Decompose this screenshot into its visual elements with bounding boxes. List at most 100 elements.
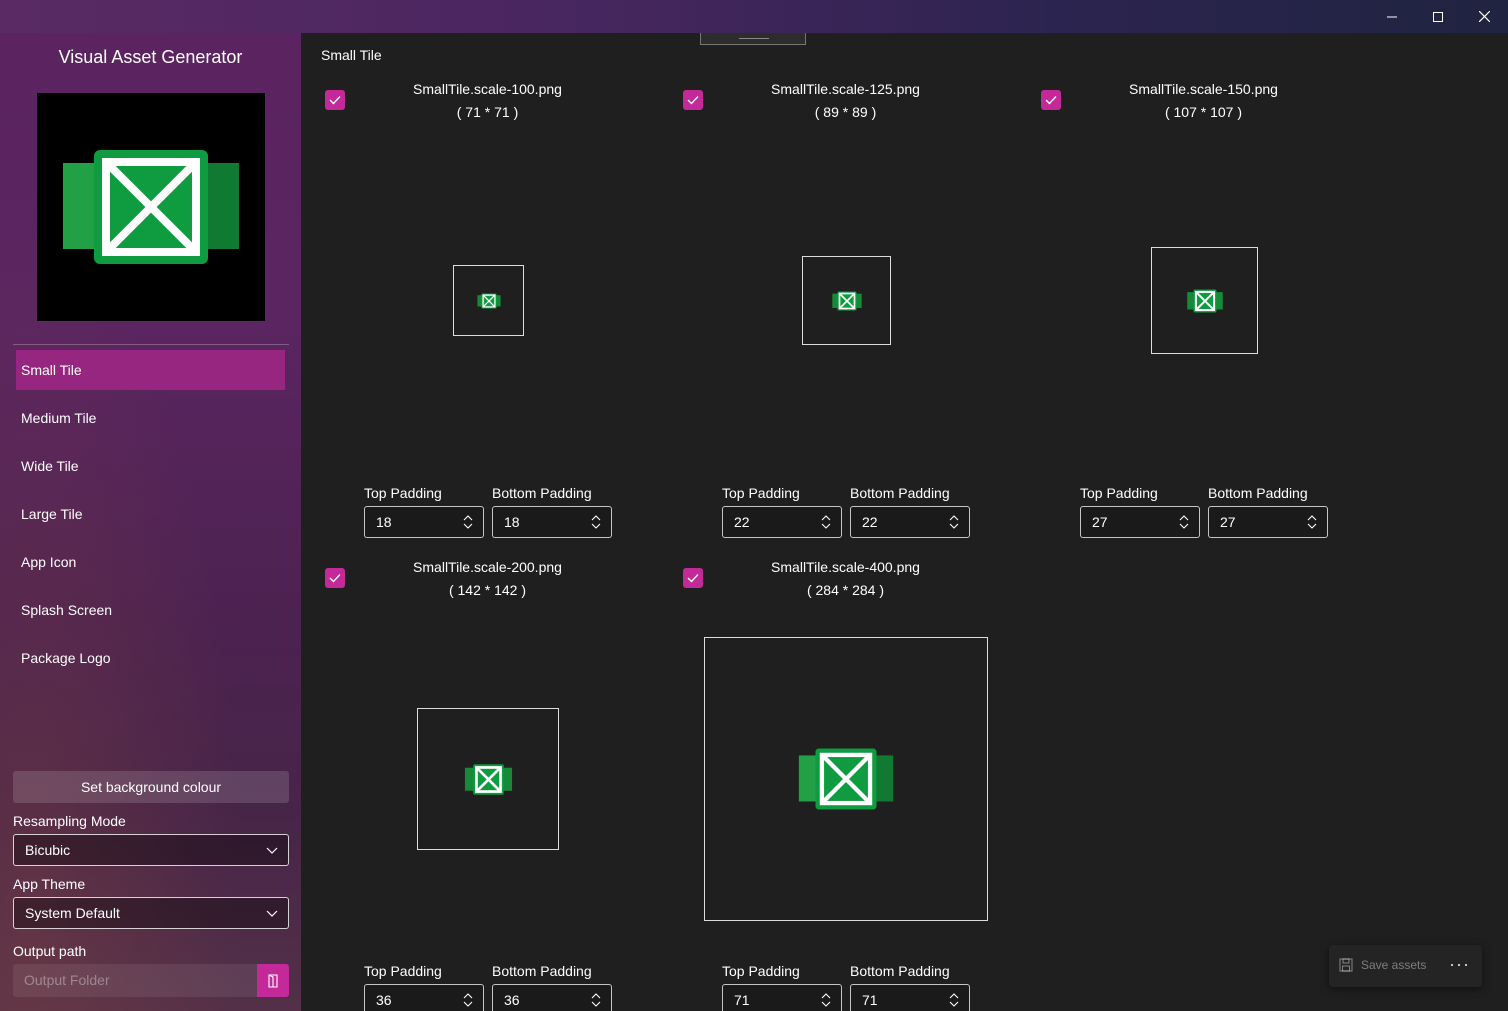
save-assets-label: Save assets xyxy=(1361,958,1427,972)
asset-checkbox[interactable] xyxy=(683,568,703,588)
bottom-padding-value: 22 xyxy=(862,514,878,530)
top-padding-label: Top Padding xyxy=(364,963,442,979)
top-padding-label: Top Padding xyxy=(1080,485,1158,501)
resampling-mode-label: Resampling Mode xyxy=(13,813,126,829)
maximize-icon xyxy=(1433,11,1443,22)
spinner-icon[interactable] xyxy=(1179,515,1189,529)
asset-filename: SmallTile.scale-100.png xyxy=(413,81,562,97)
more-options-button[interactable]: ··· xyxy=(1449,954,1470,975)
nav-item-label: Splash Screen xyxy=(21,602,113,618)
drag-handle[interactable] xyxy=(700,33,806,45)
app-theme-value: System Default xyxy=(25,905,120,921)
chevron-down-icon xyxy=(266,847,278,854)
asset-checkbox[interactable] xyxy=(683,90,703,110)
top-padding-input[interactable]: 71 xyxy=(722,984,842,1011)
save-icon xyxy=(1339,958,1353,972)
nav-item-large-tile[interactable]: Large Tile xyxy=(16,494,285,534)
asset-filename: SmallTile.scale-125.png xyxy=(771,81,920,97)
logo-preview xyxy=(37,93,265,321)
checkmark-icon xyxy=(1045,96,1057,105)
chevron-down-icon xyxy=(266,910,278,917)
bottom-padding-value: 71 xyxy=(862,992,878,1008)
bottom-padding-input[interactable]: 36 xyxy=(492,984,612,1011)
nav-item-app-icon[interactable]: App Icon xyxy=(16,542,285,582)
minimize-icon xyxy=(1387,16,1397,17)
asset-filename: SmallTile.scale-150.png xyxy=(1129,81,1278,97)
bottom-padding-input[interactable]: 22 xyxy=(850,506,970,538)
app-theme-label: App Theme xyxy=(13,876,86,892)
bottom-padding-label: Bottom Padding xyxy=(850,963,950,979)
nav-item-package-logo[interactable]: Package Logo xyxy=(16,638,285,678)
spinner-icon[interactable] xyxy=(463,515,473,529)
spinner-icon[interactable] xyxy=(591,515,601,529)
close-button[interactable] xyxy=(1461,0,1507,33)
top-padding-input[interactable]: 22 xyxy=(722,506,842,538)
spinner-icon[interactable] xyxy=(821,515,831,529)
app-logo-icon xyxy=(798,748,894,810)
nav-item-medium-tile[interactable]: Medium Tile xyxy=(16,398,285,438)
minimize-button[interactable] xyxy=(1369,0,1415,33)
top-padding-label: Top Padding xyxy=(722,485,800,501)
nav-item-small-tile[interactable]: Small Tile xyxy=(16,350,285,390)
top-padding-input[interactable]: 27 xyxy=(1080,506,1200,538)
spinner-icon[interactable] xyxy=(949,515,959,529)
asset-size: ( 107 * 107 ) xyxy=(1164,104,1243,120)
bottom-padding-input[interactable]: 18 xyxy=(492,506,612,538)
spinner-icon[interactable] xyxy=(821,993,831,1007)
asset-checkbox[interactable] xyxy=(1041,90,1061,110)
checkmark-icon xyxy=(687,96,699,105)
asset-preview xyxy=(802,256,891,345)
nav-item-wide-tile[interactable]: Wide Tile xyxy=(16,446,285,486)
save-assets-button[interactable]: Save assets xyxy=(1339,958,1426,972)
asset-preview xyxy=(1151,247,1258,354)
top-padding-input[interactable]: 18 xyxy=(364,506,484,538)
bottom-padding-label: Bottom Padding xyxy=(1208,485,1308,501)
nav-item-label: Small Tile xyxy=(21,362,82,378)
nav-item-label: Medium Tile xyxy=(21,410,97,426)
resampling-mode-select[interactable]: Bicubic xyxy=(13,834,289,866)
app-theme-select[interactable]: System Default xyxy=(13,897,289,929)
top-padding-value: 36 xyxy=(376,992,392,1008)
nav-item-label: Wide Tile xyxy=(21,458,79,474)
spinner-icon[interactable] xyxy=(1307,515,1317,529)
top-padding-input[interactable]: 36 xyxy=(364,984,484,1011)
top-padding-label: Top Padding xyxy=(364,485,442,501)
top-padding-value: 18 xyxy=(376,514,392,530)
asset-preview xyxy=(704,637,988,921)
asset-checkbox[interactable] xyxy=(325,90,345,110)
output-folder-input[interactable]: Output Folder xyxy=(13,964,257,997)
bottom-padding-value: 18 xyxy=(504,514,520,530)
spinner-icon[interactable] xyxy=(463,993,473,1007)
command-bar: Save assets ··· xyxy=(1329,945,1482,987)
resampling-mode-value: Bicubic xyxy=(25,842,71,858)
nav-item-label: Package Logo xyxy=(21,650,111,666)
bottom-padding-input[interactable]: 27 xyxy=(1208,506,1328,538)
nav-item-splash-screen[interactable]: Splash Screen xyxy=(16,590,285,630)
asset-size: ( 89 * 89 ) xyxy=(814,104,877,120)
asset-size: ( 142 * 142 ) xyxy=(448,582,527,598)
app-logo-icon xyxy=(63,150,239,264)
asset-filename: SmallTile.scale-400.png xyxy=(771,559,920,575)
top-padding-value: 27 xyxy=(1092,514,1108,530)
spinner-icon[interactable] xyxy=(949,993,959,1007)
checkmark-icon xyxy=(687,574,699,583)
folder-icon xyxy=(268,973,278,988)
asset-preview xyxy=(417,708,559,850)
set-background-colour-button[interactable]: Set background colour xyxy=(13,771,289,803)
top-padding-value: 22 xyxy=(734,514,750,530)
top-padding-value: 71 xyxy=(734,992,750,1008)
asset-preview xyxy=(453,265,524,336)
bottom-padding-input[interactable]: 71 xyxy=(850,984,970,1011)
asset-checkbox[interactable] xyxy=(325,568,345,588)
spinner-icon[interactable] xyxy=(591,993,601,1007)
sidebar-divider xyxy=(13,344,289,345)
app-logo-icon xyxy=(831,291,862,310)
top-padding-label: Top Padding xyxy=(722,963,800,979)
checkmark-icon xyxy=(329,96,341,105)
nav-item-label: Large Tile xyxy=(21,506,83,522)
browse-folder-button[interactable] xyxy=(257,964,289,997)
close-icon xyxy=(1478,11,1490,22)
bottom-padding-label: Bottom Padding xyxy=(850,485,950,501)
asset-size: ( 284 * 284 ) xyxy=(806,582,885,598)
maximize-button[interactable] xyxy=(1415,0,1461,33)
